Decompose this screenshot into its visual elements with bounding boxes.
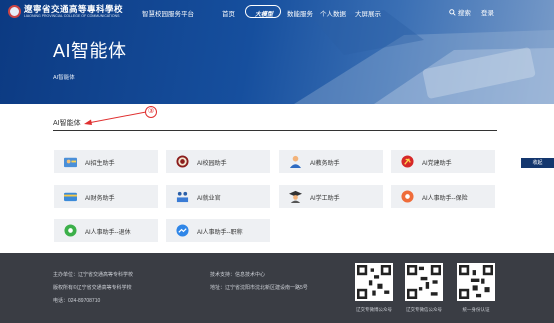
footer-tech: 技术支持：信息技术中心 [210, 272, 266, 278]
card-ai-campus[interactable]: AI校园助手 [166, 150, 270, 173]
nav-big-screen[interactable]: 大屏展示 [355, 8, 381, 18]
school-name-en: LIAONING PROVINCIAL COLLEGE OF COMMUNICA… [24, 14, 120, 18]
nav-services[interactable]: 数能服务 [287, 8, 313, 18]
chat-bubble-icon [176, 224, 189, 237]
section-divider [53, 130, 497, 131]
nav-home[interactable]: 首页 [222, 8, 235, 18]
breadcrumb[interactable]: AI智能体 [53, 73, 75, 81]
card-ai-academic[interactable]: AI教务助手 [279, 150, 383, 173]
qr-weibo-icon [355, 263, 393, 301]
card-ai-hr-title[interactable]: AI人事助手--职称 [166, 219, 270, 242]
search-label: 搜索 [457, 10, 471, 17]
footer-phone: 电话：024-89708710 [53, 298, 101, 304]
people-arrow-icon [64, 157, 77, 168]
footer-address: 地址：辽宁省沈阳市沈北新区建设南一路5号 [210, 285, 308, 291]
card-ai-student-affairs[interactable]: AI学工助手 [279, 185, 383, 208]
retire-icon [64, 224, 77, 237]
footer-host: 主办单位：辽宁省交通高等专科学校 [53, 272, 134, 278]
nav-large-model[interactable]: 大模型 [245, 5, 281, 18]
card-ai-hr-retire[interactable]: AI人事助手--退休 [54, 219, 158, 242]
collapse-tab[interactable]: 收起 [521, 158, 554, 168]
card-ai-admissions[interactable]: AI招生助手 [54, 150, 158, 173]
qr-caption-identity: 统一身份认证 [462, 307, 490, 312]
wallet-icon [64, 192, 77, 202]
annotation-marker: ③ [145, 106, 157, 118]
search-button[interactable]: 搜索 [449, 7, 471, 17]
insurance-icon [401, 190, 414, 203]
search-icon [449, 9, 456, 16]
section-title: AI智能体 [53, 120, 81, 127]
card-ai-finance[interactable]: AI财务助手 [54, 185, 158, 208]
party-emblem-icon [401, 155, 414, 168]
teacher-icon [289, 155, 302, 168]
meeting-icon [176, 191, 189, 203]
card-ai-employment[interactable]: AI就业官 [166, 185, 270, 208]
qr-caption-wechat: 辽交专微信公众号 [406, 307, 442, 312]
top-nav: 遼寧省交通高等專科學校 LIAONING PROVINCIAL COLLEGE … [0, 0, 554, 24]
login-link[interactable]: 登录 [481, 7, 494, 17]
footer: 主办单位：辽宁省交通高等专科学校 版权所有©辽宁省交通高等专科学校 电话：024… [0, 253, 554, 323]
annotation-arrow-icon [84, 111, 147, 125]
card-ai-party[interactable]: AI党建助手 [391, 150, 495, 173]
hero-banner: 遼寧省交通高等專科學校 LIAONING PROVINCIAL COLLEGE … [0, 0, 554, 104]
qr-identity-icon [457, 263, 495, 301]
qr-wechat-icon [405, 263, 443, 301]
school-logo-icon [8, 5, 21, 18]
card-ai-hr-insurance[interactable]: AI人事助手--保险 [391, 185, 495, 208]
platform-name: 智慧校园服务平台 [142, 11, 194, 18]
school-badge-icon [176, 155, 189, 168]
graduate-icon [289, 190, 302, 203]
footer-copyright: 版权所有©辽宁省交通高等专科学校 [53, 285, 132, 291]
page-title: AI智能体 [53, 41, 127, 61]
nav-personal-data[interactable]: 个人数据 [320, 8, 346, 18]
